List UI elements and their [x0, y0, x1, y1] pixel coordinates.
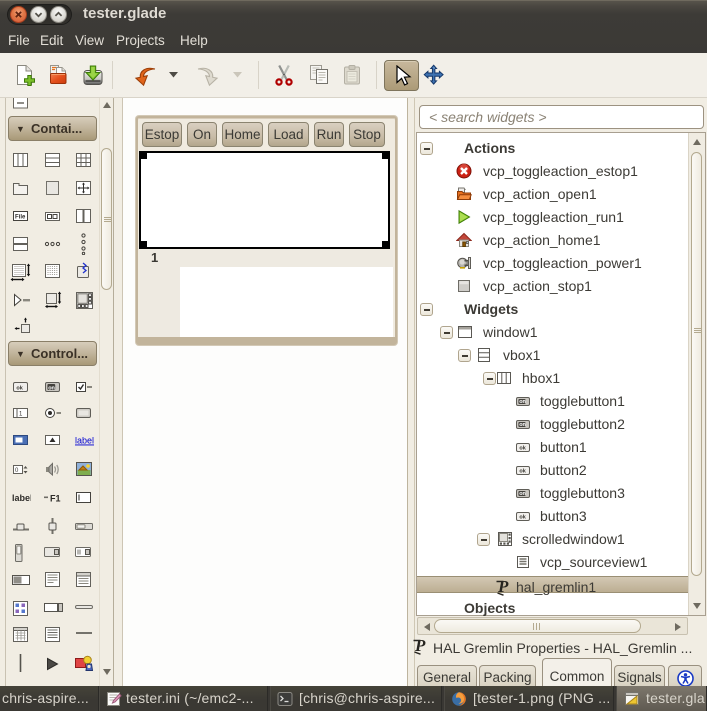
svg-text:on: on [519, 422, 526, 428]
svg-text:label: label [75, 436, 94, 446]
svg-text:ok: ok [519, 468, 526, 474]
svg-text:on: on [48, 385, 55, 391]
svg-text:ok: ok [519, 445, 526, 451]
svg-text:F1: F1 [50, 494, 61, 504]
svg-text:ok: ok [16, 386, 23, 392]
svg-text:label: label [12, 493, 31, 503]
svg-text:on: on [519, 491, 526, 497]
svg-text:on: on [519, 399, 526, 405]
svg-text:File: File [15, 215, 26, 221]
svg-text:ok: ok [519, 514, 526, 520]
